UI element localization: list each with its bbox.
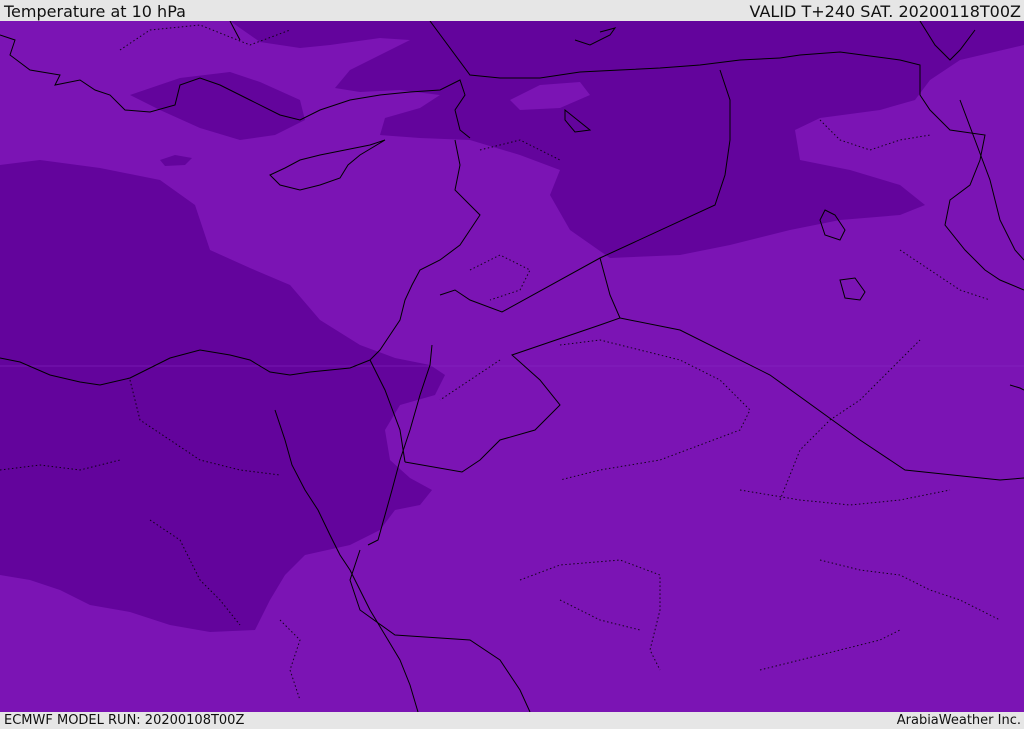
map-canvas [0,21,1024,712]
map-footer: ECMWF MODEL RUN: 20200108T00Z ArabiaWeat… [0,712,1024,729]
model-run-label: ECMWF MODEL RUN: 20200108T00Z [4,713,245,728]
valid-time-label: VALID T+240 SAT. 20200118T00Z [749,2,1021,21]
credit-label: ArabiaWeather Inc. [896,713,1021,728]
map-title: Temperature at 10 hPa [4,2,186,21]
weather-map [0,21,1024,712]
map-header: Temperature at 10 hPa VALID T+240 SAT. 2… [0,0,1024,21]
